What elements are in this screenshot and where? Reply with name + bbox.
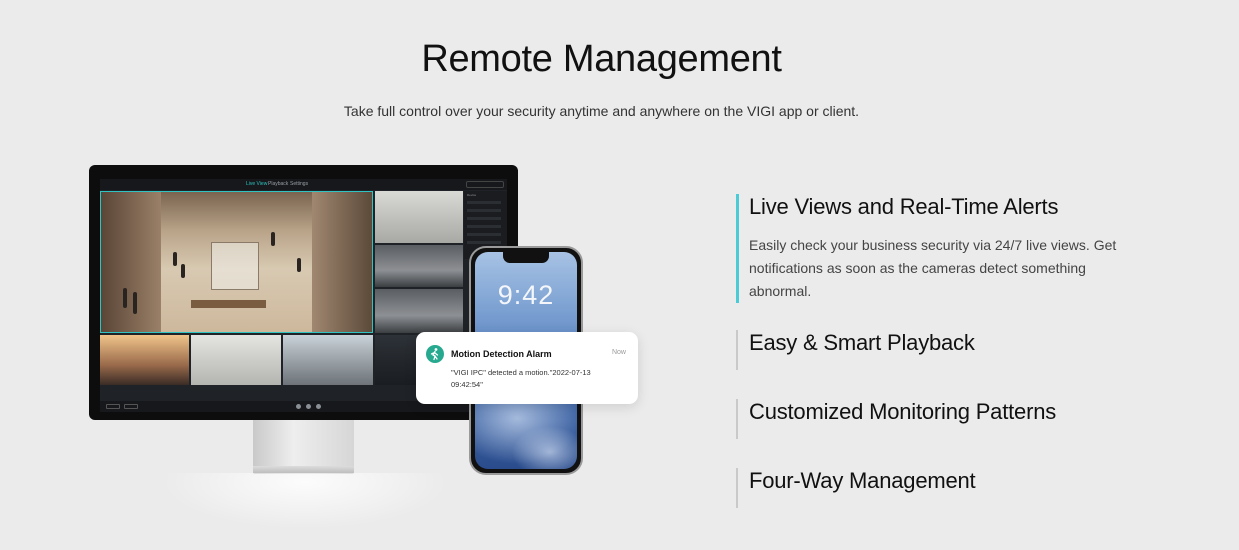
camera-scene-wall	[101, 192, 161, 332]
tab-playback[interactable]: Playback	[268, 181, 288, 187]
feature-title: Easy & Smart Playback	[749, 330, 975, 355]
fullscreen-button[interactable]	[106, 404, 120, 409]
device-search-input[interactable]	[466, 181, 504, 188]
camera-feed-5[interactable]	[100, 335, 189, 385]
device-list-header: Device	[467, 193, 477, 197]
device-list-item[interactable]	[467, 217, 501, 220]
camera-scene-person	[123, 288, 127, 308]
camera-scene-person	[181, 264, 185, 278]
page-subtitle: Take full control over your security any…	[343, 103, 860, 119]
camera-scene-person	[297, 258, 301, 272]
feature-smart-playback[interactable]: Easy & Smart Playback	[736, 330, 975, 370]
camera-scene-person	[271, 232, 275, 246]
feature-description: Easily check your business security via …	[749, 237, 1117, 299]
camera-feed-7[interactable]	[283, 335, 373, 385]
device-list-item[interactable]	[467, 233, 501, 236]
notification-title: Motion Detection Alarm	[451, 349, 552, 359]
feature-title: Four-Way Management	[749, 468, 976, 493]
client-top-bar: Live View Playback Settings	[100, 179, 507, 190]
tab-live-view[interactable]: Live View	[246, 181, 267, 187]
motion-alarm-notification[interactable]: Motion Detection Alarm Now "VIGI IPC" de…	[416, 332, 638, 404]
feature-monitoring-patterns[interactable]: Customized Monitoring Patterns	[736, 399, 1056, 439]
device-list-item[interactable]	[467, 225, 501, 228]
camera-feed-6[interactable]	[191, 335, 281, 385]
notification-body: "VIGI IPC" detected a motion."2022-07-13…	[451, 368, 591, 389]
record-icon[interactable]	[306, 404, 311, 409]
feature-title: Customized Monitoring Patterns	[749, 399, 1057, 424]
page-title: Remote Management	[421, 38, 782, 80]
feature-four-way-management[interactable]: Four-Way Management	[736, 468, 976, 508]
monitor-stand	[253, 420, 354, 468]
snapshot-icon[interactable]	[296, 404, 301, 409]
layout-button[interactable]	[124, 404, 138, 409]
camera-feed-main[interactable]	[100, 191, 373, 333]
camera-feed-4[interactable]	[375, 289, 463, 333]
device-list-item[interactable]	[467, 209, 501, 212]
camera-scene-person	[133, 292, 137, 314]
phone-notch	[503, 252, 549, 263]
lock-screen-time: 9:42	[497, 280, 555, 310]
camera-scene-bench	[191, 300, 266, 308]
camera-feed-3[interactable]	[375, 245, 463, 287]
device-list-item[interactable]	[467, 241, 501, 244]
camera-scene-person	[173, 252, 177, 266]
camera-scene-display-case	[211, 242, 259, 290]
monitor-shadow	[150, 473, 460, 533]
feature-live-views[interactable]: Live Views and Real-Time Alerts Easily c…	[736, 194, 1119, 303]
zoom-icon[interactable]	[316, 404, 321, 409]
tab-settings[interactable]: Settings	[290, 181, 308, 187]
person-walking-icon	[426, 345, 444, 363]
camera-feed-2[interactable]	[375, 191, 463, 243]
feature-title: Live Views and Real-Time Alerts	[749, 194, 1059, 219]
camera-scene-wall	[312, 192, 372, 332]
device-list-item[interactable]	[467, 201, 501, 204]
notification-time: Now	[611, 349, 626, 356]
